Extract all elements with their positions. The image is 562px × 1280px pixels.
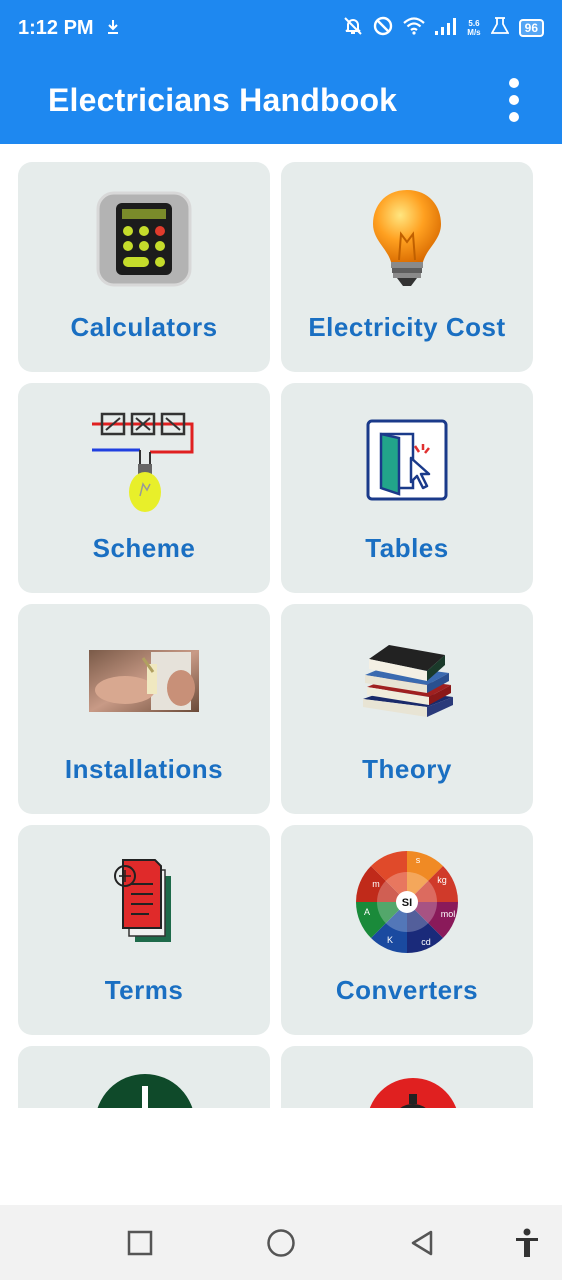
calculator-icon [18,184,270,294]
status-time: 1:12 PM [18,16,94,39]
back-triangle-icon[interactable] [402,1223,442,1263]
tile-tables[interactable]: Tables [281,383,533,593]
bell-off-icon [343,16,363,41]
si-center: SI [402,897,412,909]
more-vert-icon[interactable] [496,72,532,128]
documents-icon [18,847,270,957]
wifi-icon [403,16,426,40]
download-icon [106,19,120,38]
light-bulb-icon [281,184,533,294]
circuit-scheme-icon [18,405,270,515]
system-nav-bar [0,1205,562,1280]
tile-label: Theory [362,754,452,784]
books-icon [281,626,533,736]
red-timer-icon [365,1074,461,1108]
tile-label: Scheme [92,533,196,563]
do-not-disturb-icon [373,16,393,41]
lab-icon [490,16,510,40]
menu-grid: Calculators Electricity Cost Scheme Tabl… [0,144,562,1108]
tile-label: Calculators [70,312,218,342]
tile-label: Electricity Cost [308,312,506,342]
home-circle-icon[interactable] [261,1223,301,1263]
tile-scheme[interactable]: Scheme [18,383,270,593]
app-title: Electricians Handbook [48,81,398,118]
si-unit: cd [421,937,431,947]
menu-dot [509,95,519,105]
si-unit: A [364,907,370,917]
app-bar: Electricians Handbook [0,56,562,144]
tile-electricity-cost[interactable]: Electricity Cost [281,162,533,372]
si-unit: K [387,935,393,945]
tile-label: Terms [104,975,184,1005]
si-unit: kg [437,875,447,885]
tile-terms[interactable]: Terms [18,825,270,1035]
battery-icon: 96 [518,19,544,37]
tile-label: Installations [64,754,224,784]
si-unit: m [372,879,380,889]
net-speed-unit: M/s [467,28,481,37]
tile-label: Converters [335,975,479,1005]
tile-converters[interactable]: SI s kg mol cd K A m Converters [281,825,533,1035]
installation-photo-icon [18,626,270,736]
si-unit: s [416,855,421,865]
door-cursor-icon [281,405,533,515]
net-speed: 5.6 M/s [467,19,480,37]
status-icons: 5.6 M/s 96 [343,16,544,41]
si-units-wheel-icon: SI s kg mol cd K A m [281,847,533,957]
si-unit: mol [441,909,456,919]
status-bar: 1:12 PM 5.6 M/s 96 [0,0,562,56]
menu-dot [509,78,519,88]
green-circle-icon [93,1072,197,1108]
tile-theory[interactable]: Theory [281,604,533,814]
tile-partial-left[interactable] [18,1046,270,1108]
signal-icon [435,17,457,40]
tile-label: Tables [365,533,449,563]
menu-dot [509,112,519,122]
accessibility-icon[interactable] [507,1223,547,1263]
tile-installations[interactable]: Installations [18,604,270,814]
recents-square-icon[interactable] [120,1223,160,1263]
tile-calculators[interactable]: Calculators [18,162,270,372]
tile-partial-right[interactable] [281,1046,533,1108]
net-speed-value: 5.6 [468,19,480,28]
